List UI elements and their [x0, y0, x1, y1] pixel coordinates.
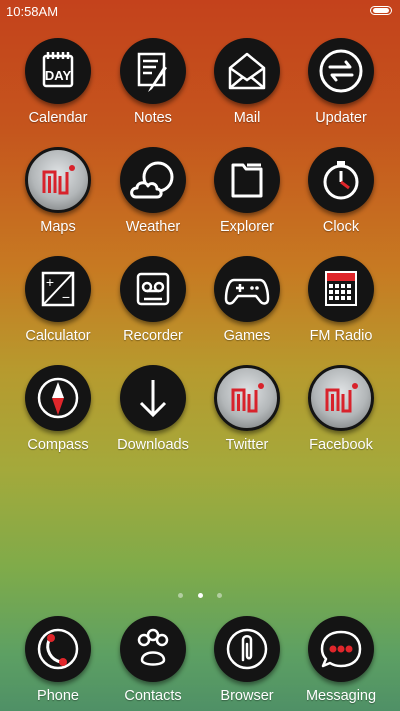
download-arrow-icon — [120, 365, 186, 431]
app-maps[interactable]: Maps — [8, 147, 108, 235]
mail-icon — [214, 38, 280, 104]
app-updater[interactable]: Updater — [291, 38, 391, 126]
app-label: FM Radio — [309, 328, 373, 344]
recorder-icon — [120, 256, 186, 322]
app-label: Maps — [40, 219, 76, 235]
app-label: Calculator — [25, 328, 91, 344]
app-recorder[interactable]: Recorder — [103, 256, 203, 344]
dock-phone[interactable]: Phone — [8, 616, 108, 704]
app-label: Contacts — [124, 688, 182, 704]
page-dot-active[interactable] — [197, 593, 203, 598]
dock-browser[interactable]: Browser — [197, 616, 297, 704]
plus-icon: + — [46, 274, 54, 290]
status-time: 10:58AM — [6, 4, 59, 19]
app-label: Updater — [315, 110, 367, 126]
weather-icon — [120, 147, 186, 213]
app-label: Notes — [134, 110, 172, 126]
app-compass[interactable]: Compass — [8, 365, 108, 453]
page-dot[interactable] — [178, 593, 184, 598]
app-label: Downloads — [117, 437, 189, 453]
app-label: Clock — [322, 219, 360, 235]
calendar-icon: DAY — [25, 38, 91, 104]
compass-icon — [25, 365, 91, 431]
app-label: Mail — [233, 110, 261, 126]
minus-icon: − — [62, 289, 70, 305]
app-calendar[interactable]: DAY Calendar — [8, 38, 108, 126]
app-weather[interactable]: Weather — [103, 147, 203, 235]
app-clock[interactable]: Clock — [291, 147, 391, 235]
app-games[interactable]: Games — [197, 256, 297, 344]
app-downloads[interactable]: Downloads — [103, 365, 203, 453]
app-label: Twitter — [225, 437, 269, 453]
mi-logo-icon — [308, 365, 374, 431]
calculator-icon: + − — [25, 256, 91, 322]
app-mail[interactable]: Mail — [197, 38, 297, 126]
battery-icon — [370, 6, 392, 15]
app-label: Recorder — [123, 328, 183, 344]
mi-logo-icon — [214, 365, 280, 431]
messaging-icon — [308, 616, 374, 682]
app-facebook[interactable]: Facebook — [291, 365, 391, 453]
app-notes[interactable]: Notes — [103, 38, 203, 126]
app-label: Messaging — [305, 688, 377, 704]
calendar-icon-text: DAY — [45, 68, 72, 83]
folder-icon — [214, 147, 280, 213]
status-bar: 10:58AM — [0, 0, 400, 24]
app-label: Browser — [220, 688, 274, 704]
dock-contacts[interactable]: Contacts — [103, 616, 203, 704]
app-calculator[interactable]: + − Calculator — [8, 256, 108, 344]
browser-icon — [214, 616, 280, 682]
fm-radio-icon — [308, 256, 374, 322]
page-dot[interactable] — [216, 593, 222, 598]
app-label: Compass — [27, 437, 89, 453]
gamepad-icon — [214, 256, 280, 322]
app-label: Facebook — [309, 437, 373, 453]
app-twitter[interactable]: Twitter — [197, 365, 297, 453]
app-label: Explorer — [220, 219, 274, 235]
mi-logo-icon — [25, 147, 91, 213]
app-explorer[interactable]: Explorer — [197, 147, 297, 235]
phone-icon — [25, 616, 91, 682]
page-indicator[interactable] — [0, 585, 400, 598]
dock-messaging[interactable]: Messaging — [291, 616, 391, 704]
updater-icon — [308, 38, 374, 104]
notes-icon — [120, 38, 186, 104]
app-label: Calendar — [28, 110, 88, 126]
clock-icon — [308, 147, 374, 213]
app-label: Games — [223, 328, 271, 344]
app-fm-radio[interactable]: FM Radio — [291, 256, 391, 344]
app-label: Weather — [125, 219, 181, 235]
paw-icon — [120, 616, 186, 682]
app-label: Phone — [37, 688, 79, 704]
